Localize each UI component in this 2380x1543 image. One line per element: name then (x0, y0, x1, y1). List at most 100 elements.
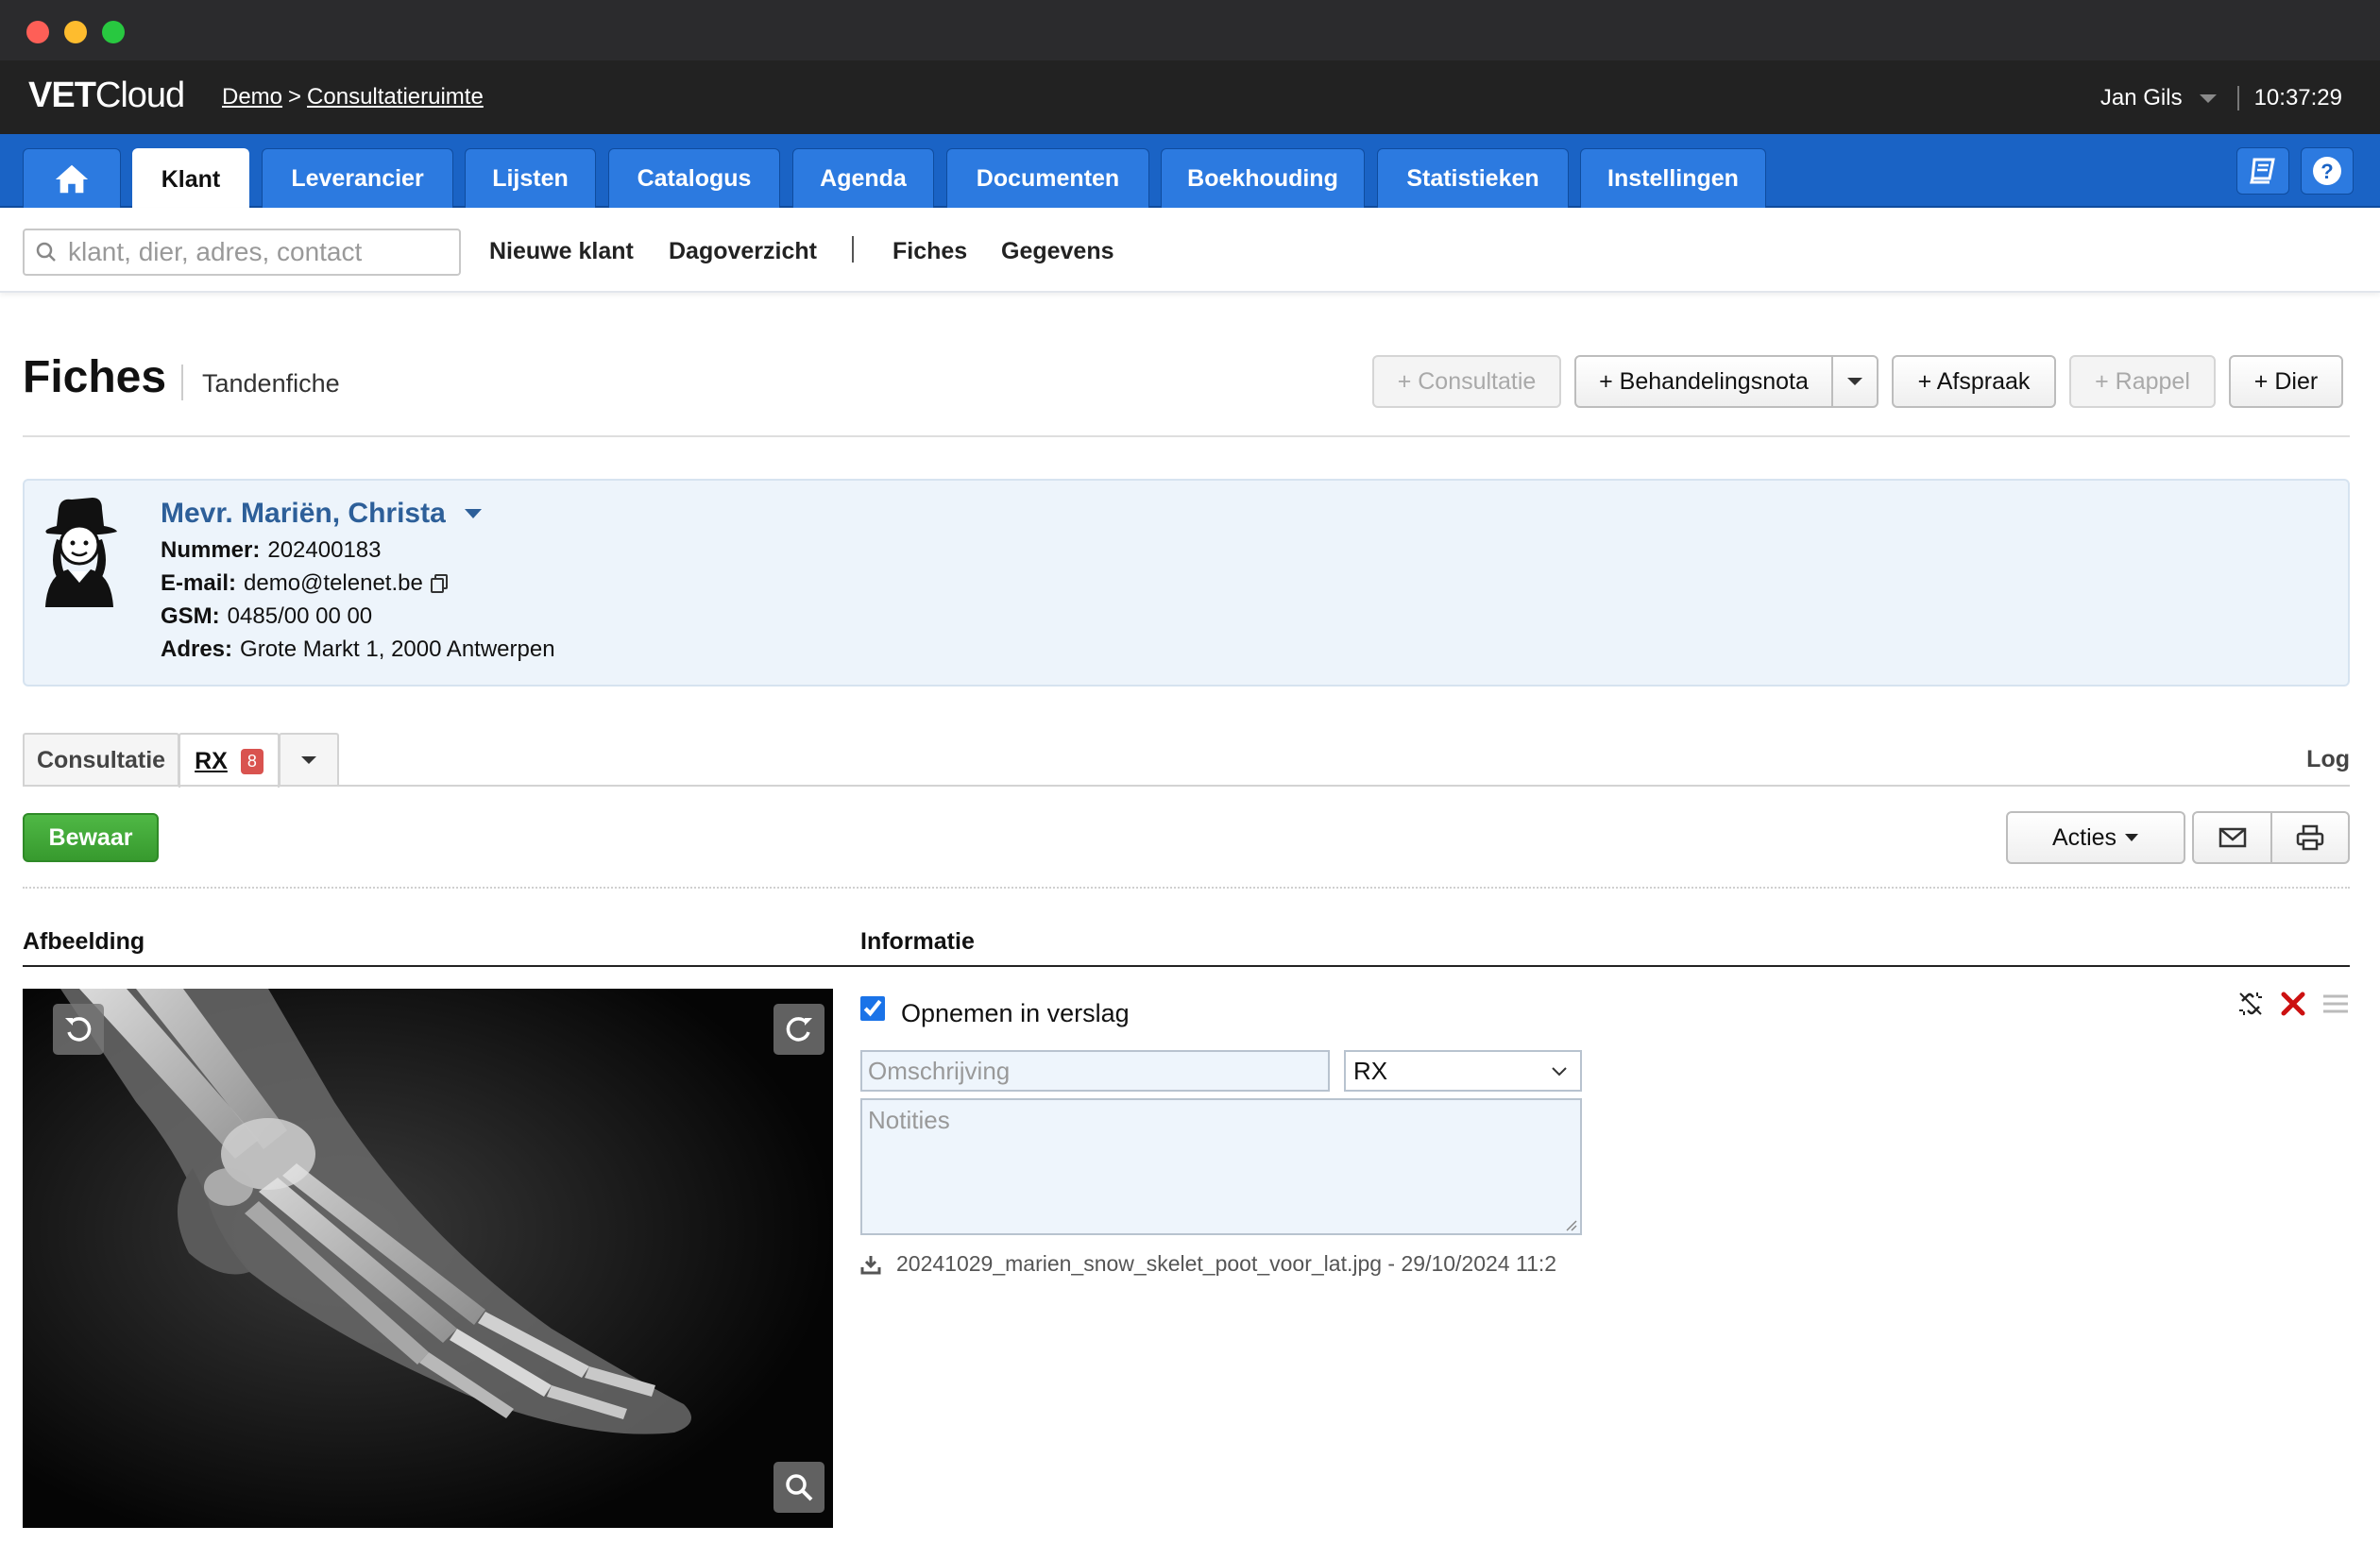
page-subtitle: Tandenfiche (202, 369, 340, 398)
nav-tab-lijsten[interactable]: Lijsten (465, 148, 596, 208)
nav-icon-group: ? (2236, 147, 2354, 195)
header-divider (2236, 86, 2239, 110)
subnav-nieuwe-klant-link[interactable]: Nieuwe klant (489, 238, 634, 265)
nav-tab-leverancier[interactable]: Leverancier (262, 148, 453, 208)
rotate-left-icon (65, 1017, 92, 1042)
nav-tab-agenda[interactable]: Agenda (792, 148, 934, 208)
nav-tab-statistieken[interactable]: Statistieken (1377, 148, 1569, 208)
section-header-line (23, 965, 2350, 967)
window-close-button[interactable] (26, 21, 49, 43)
log-link[interactable]: Log (2306, 746, 2350, 773)
client-avatar-icon (45, 498, 118, 607)
delete-icon[interactable] (2280, 991, 2306, 1017)
rotate-right-button[interactable] (774, 1004, 824, 1055)
opnemen-in-verslag-label[interactable]: Opnemen in verslag (901, 999, 1130, 1028)
nav-tab-klant[interactable]: Klant (132, 148, 249, 210)
omschrijving-input[interactable] (860, 1050, 1330, 1092)
resize-grip-icon[interactable] (1564, 1218, 1577, 1231)
caret-down-icon (1847, 378, 1862, 385)
app-logo[interactable]: VETCloud (28, 76, 185, 116)
manual-button[interactable] (2236, 147, 2289, 195)
attachment-row: 20241029_marien_snow_skelet_poot_voor_la… (860, 1251, 1582, 1277)
search-icon (36, 242, 56, 262)
nav-tab-documenten[interactable]: Documenten (946, 148, 1149, 208)
page-header-divider (23, 435, 2350, 437)
help-button[interactable]: ? (2301, 147, 2354, 195)
xray-picture (23, 989, 833, 1528)
window-titlebar (0, 0, 2380, 60)
row-action-icons (2236, 990, 2350, 1018)
informatie-heading: Informatie (860, 928, 975, 955)
nummer-label: Nummer: (161, 537, 261, 563)
zoom-button[interactable] (774, 1462, 824, 1513)
client-number-row: Nummer: 202400183 (161, 537, 382, 564)
breadcrumb-root-link[interactable]: Demo (222, 84, 282, 110)
user-menu-caret-icon[interactable] (2199, 93, 2217, 103)
client-name-link[interactable]: Mevr. Mariën, Christa (161, 498, 482, 530)
tab-consultatie[interactable]: Consultatie (23, 733, 179, 786)
envelope-icon (2218, 827, 2246, 848)
search-input[interactable] (68, 237, 446, 267)
search-box (23, 229, 461, 276)
drag-handle-icon[interactable] (2321, 991, 2350, 1017)
opnemen-in-verslag-checkbox[interactable] (860, 996, 885, 1021)
client-email: demo@telenet.be (244, 570, 423, 596)
subnav-dagoverzicht-link[interactable]: Dagoverzicht (669, 238, 817, 265)
breadcrumb-current-link[interactable]: Consultatieruimte (307, 84, 484, 110)
xray-image[interactable] (23, 989, 833, 1528)
breadcrumb: Demo > Consultatieruimte (222, 84, 484, 110)
caret-down-icon (301, 756, 316, 764)
notities-textarea[interactable] (860, 1098, 1582, 1235)
unlink-icon[interactable] (2236, 990, 2265, 1018)
type-select-value: RX (1353, 1056, 1388, 1085)
book-icon (2250, 158, 2275, 184)
add-dier-button[interactable]: + Dier (2229, 355, 2343, 408)
behandelingsnota-dropdown-button[interactable] (1831, 355, 1878, 408)
adres-label: Adres: (161, 636, 233, 662)
acties-label: Acties (2051, 823, 2117, 851)
client-menu-caret-icon[interactable] (464, 509, 482, 518)
tab-more-dropdown[interactable] (279, 733, 339, 786)
attachment-filename[interactable]: 20241029_marien_snow_skelet_poot_voor_la… (896, 1251, 1556, 1277)
email-label: E-mail: (161, 570, 237, 596)
add-rappel-button[interactable]: + Rappel (2069, 355, 2216, 408)
page-title: Fiches (23, 352, 167, 402)
rx-count-badge: 8 (240, 748, 264, 774)
email-button[interactable] (2192, 811, 2272, 864)
magnifier-icon (786, 1474, 813, 1501)
afbeelding-heading: Afbeelding (23, 928, 145, 955)
add-consultatie-button[interactable]: + Consultatie (1372, 355, 1561, 408)
client-number: 202400183 (267, 537, 382, 563)
gsm-label: GSM: (161, 603, 220, 629)
tab-rx[interactable]: RX 8 (178, 733, 280, 788)
type-select[interactable]: RX (1344, 1050, 1582, 1092)
rotate-left-button[interactable] (53, 1004, 104, 1055)
clock: 10:37:29 (2253, 85, 2342, 110)
breadcrumb-separator: > (288, 84, 302, 110)
download-icon[interactable] (860, 1254, 881, 1275)
nav-tab-catalogus[interactable]: Catalogus (608, 148, 780, 208)
acties-dropdown-button[interactable]: Acties (2006, 811, 2185, 864)
user-menu[interactable]: Jan Gils (2100, 85, 2183, 111)
copy-icon[interactable] (429, 573, 450, 594)
user-area: Jan Gils 10:37:29 (2100, 85, 2342, 111)
client-gsm: 0485/00 00 00 (227, 603, 373, 629)
svg-text:?: ? (2320, 160, 2333, 183)
rotate-right-icon (786, 1017, 812, 1042)
nav-tab-instellingen[interactable]: Instellingen (1580, 148, 1766, 208)
add-afspraak-button[interactable]: + Afspraak (1892, 355, 2056, 408)
client-address: Grote Markt 1, 2000 Antwerpen (240, 636, 555, 662)
window-minimize-button[interactable] (64, 21, 87, 43)
subnav-fiches-link[interactable]: Fiches (892, 238, 967, 265)
tab-bar-line (23, 785, 2350, 787)
nav-home-tab[interactable] (23, 148, 121, 208)
nav-tab-boekhouding[interactable]: Boekhouding (1161, 148, 1365, 208)
print-button[interactable] (2270, 811, 2350, 864)
caret-down-icon (2125, 834, 2139, 841)
subnav-gegevens-link[interactable]: Gegevens (1001, 238, 1114, 265)
window-zoom-button[interactable] (102, 21, 125, 43)
save-button[interactable]: Bewaar (23, 813, 159, 862)
tab-rx-label: RX (195, 747, 228, 774)
add-behandelingsnota-button[interactable]: + Behandelingsnota (1574, 355, 1833, 408)
home-icon (55, 164, 89, 194)
